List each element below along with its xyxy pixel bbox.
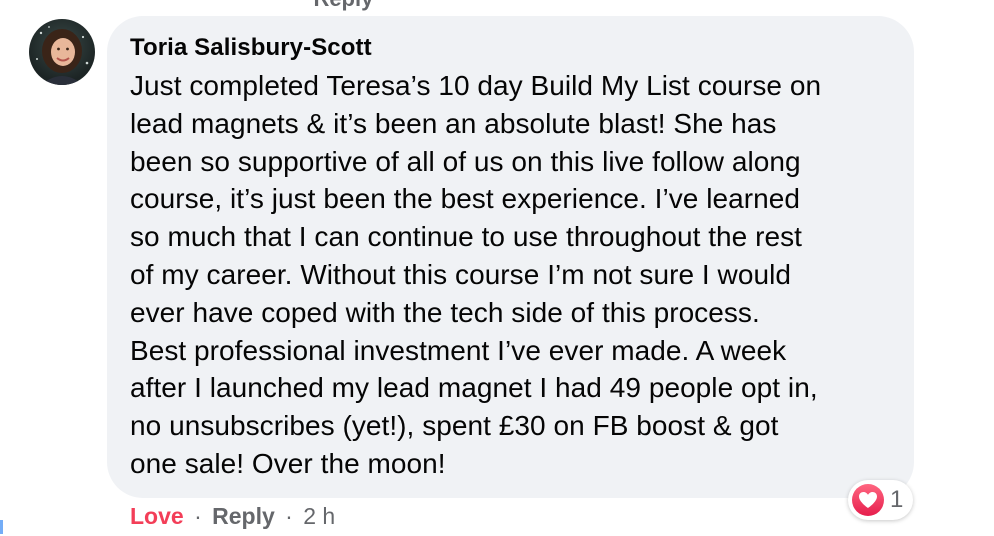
previous-comment-actions-cutoff: · Reply bbox=[300, 0, 373, 12]
comment-author[interactable]: Toria Salisbury-Scott bbox=[130, 33, 892, 63]
comment-actions: Love · Reply · 2 h bbox=[130, 501, 335, 531]
comment-bubble: Toria Salisbury-Scott Just completed Ter… bbox=[107, 16, 914, 498]
comment-thread: · Reply Toria Salisbury-Scott Just compl… bbox=[0, 0, 994, 536]
comment-text: Just completed Teresa’s 10 day Build My … bbox=[130, 70, 822, 479]
reaction-count: 1 bbox=[890, 486, 904, 513]
comment-timestamp[interactable]: 2 h bbox=[303, 503, 335, 529]
heart-icon bbox=[852, 484, 884, 516]
avatar[interactable] bbox=[29, 19, 95, 85]
love-reaction-button[interactable]: Love bbox=[130, 503, 184, 529]
scroll-edge-indicator bbox=[0, 520, 3, 534]
reaction-summary[interactable]: 1 bbox=[848, 480, 914, 520]
action-separator: · bbox=[194, 503, 202, 529]
reply-button[interactable]: Reply bbox=[212, 503, 275, 529]
avatar-photo bbox=[36, 26, 89, 85]
action-separator: · bbox=[285, 503, 293, 529]
